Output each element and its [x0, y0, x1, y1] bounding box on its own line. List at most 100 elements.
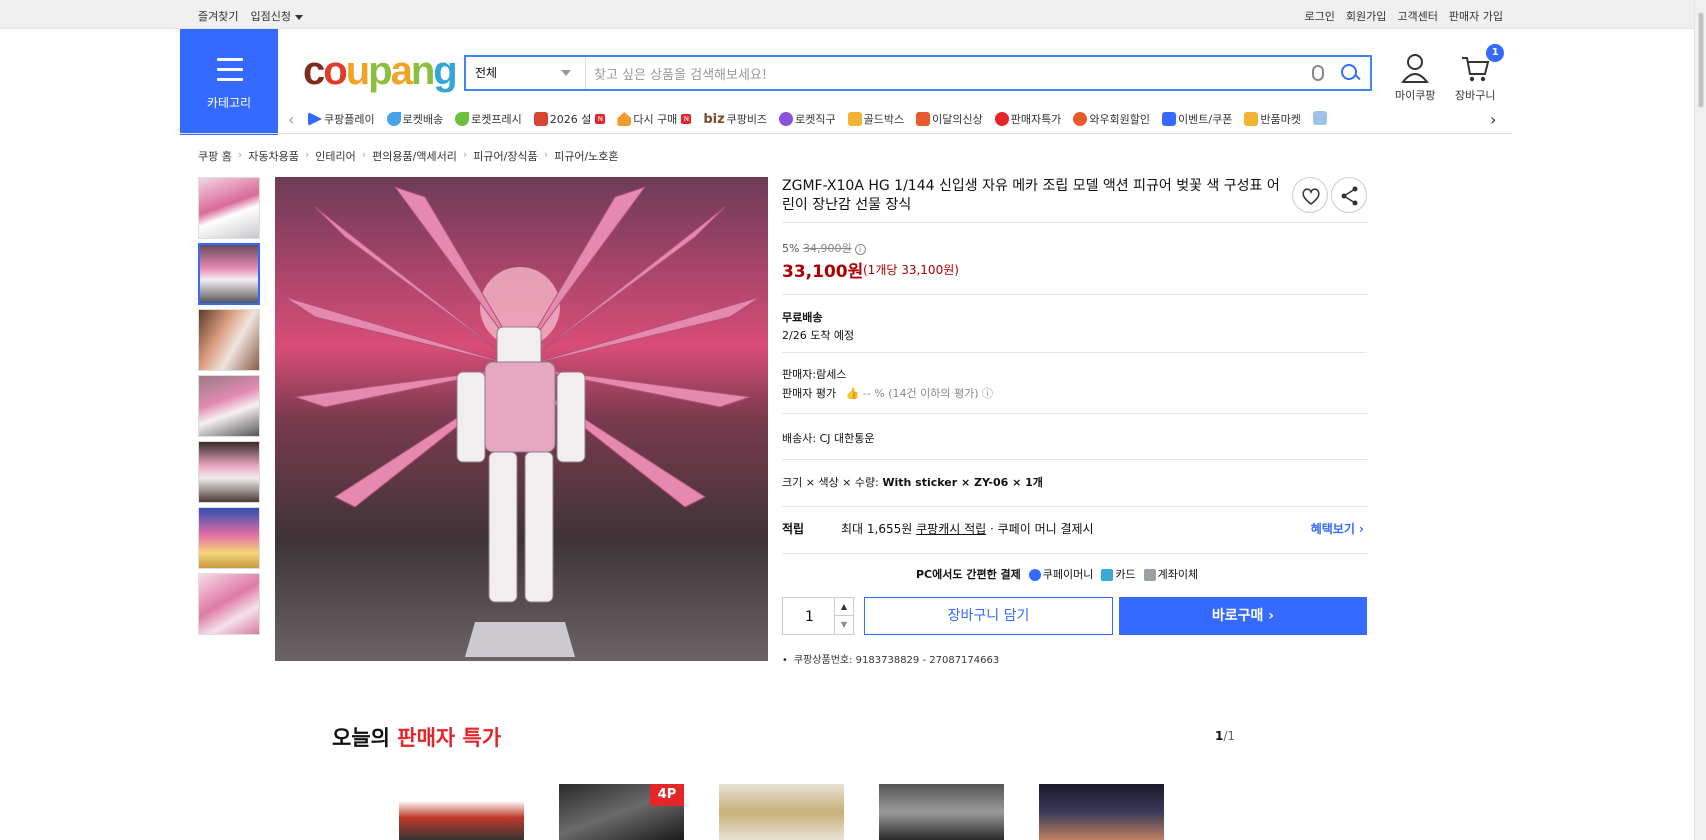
share-icon: [1341, 186, 1358, 206]
coupang-cash-link[interactable]: 쿠팡캐시 적립: [916, 522, 986, 536]
deals-pager: 1/1: [1215, 729, 1236, 743]
deal-card[interactable]: [879, 784, 1004, 840]
signup-link[interactable]: 회원가입: [1346, 8, 1386, 24]
deal-card[interactable]: [1039, 784, 1164, 840]
bookmark-link[interactable]: 즐겨찾기: [198, 8, 238, 24]
nav-label: 이달의신상: [932, 113, 983, 126]
pay-title: PC에서도 간편한 결제: [916, 568, 1021, 581]
new-badge: N: [595, 114, 606, 124]
nav-item-coupang-play[interactable]: 쿠팡플레이: [308, 111, 375, 127]
option-value: With sticker × ZY-06 × 1개: [882, 476, 1043, 489]
vendor-apply-menu[interactable]: 입점신청: [250, 8, 303, 24]
product-info: ZGMF-X10A HG 1/144 신입생 자유 메카 조립 모델 액션 피규…: [782, 177, 1367, 215]
category-nav: ‹ 쿠팡플레이 로켓배송 로켓프레시 2026 설N 다시 구매 N biz 쿠팡비…: [180, 104, 1512, 134]
thumbnail[interactable]: [198, 375, 260, 437]
nav-item-rocket-fresh[interactable]: 로켓프레시: [455, 111, 522, 127]
breadcrumb-item[interactable]: 편의용품/액세서리: [372, 148, 457, 164]
thumbnail[interactable]: [198, 177, 260, 239]
search-category-select[interactable]: 전체: [466, 57, 586, 89]
cart-button[interactable]: 1 장바구니: [1455, 44, 1505, 103]
nav-label: 쿠팡비즈: [726, 113, 768, 126]
nav-item-new-arrivals[interactable]: 이달의신상: [916, 111, 983, 127]
user-icon: [1400, 52, 1430, 84]
option-line[interactable]: 크기 × 색상 × 수량: With sticker × ZY-06 × 1개: [782, 474, 1043, 490]
nav-item-return-market[interactable]: 반품마켓: [1244, 111, 1301, 127]
breadcrumb-item[interactable]: 자동차용품: [248, 148, 299, 164]
scrollbar-thumb[interactable]: [1698, 12, 1704, 108]
breadcrumb-item[interactable]: 인테리어: [315, 148, 355, 164]
bag-icon: [916, 112, 931, 126]
courier-name: CJ 대한통운: [819, 432, 875, 445]
divider: [782, 352, 1367, 353]
nav-item-goldbox[interactable]: 골드박스: [847, 111, 905, 127]
pay-method-coupay: 쿠페이머니: [1028, 566, 1093, 582]
main-product-image[interactable]: [275, 177, 768, 661]
info-icon[interactable]: ⓘ: [982, 387, 993, 400]
accrue-value: 최대 1,655원 쿠팡캐시 적립 · 쿠페이 머니 결제시: [841, 522, 1094, 536]
nav-label: 쿠팡플레이: [324, 113, 375, 126]
thumbs-up-icon: 👍: [845, 387, 860, 400]
quantity-down-icon[interactable]: ▼: [835, 616, 853, 634]
info-icon[interactable]: i: [854, 244, 866, 255]
mycoupang-button[interactable]: 마이쿠팡: [1395, 52, 1435, 103]
seller-rating-label: 판매자 평가: [782, 387, 837, 400]
login-link[interactable]: 로그인: [1305, 8, 1335, 24]
nav-item-2026-seol[interactable]: 2026 설N: [533, 111, 606, 127]
search-input[interactable]: 찾고 싶은 상품을 검색해보세요!: [586, 64, 1312, 83]
nav-next-icon[interactable]: ›: [1490, 110, 1496, 129]
divider: [782, 222, 1367, 223]
discount-rate: 5%: [782, 242, 800, 255]
benefit-link[interactable]: 혜택보기 ›: [1311, 520, 1364, 537]
thumbnail[interactable]: [198, 309, 260, 371]
wishlist-button[interactable]: [1292, 177, 1328, 213]
percent-icon: [994, 112, 1009, 126]
nav-label: 골드박스: [863, 113, 905, 126]
quantity-up-icon[interactable]: ▲: [835, 598, 853, 616]
thumbnail[interactable]: [198, 573, 260, 635]
cart-icon: 1: [1460, 44, 1505, 84]
breadcrumb-item[interactable]: 피규어/장식품: [473, 148, 537, 164]
nav-item-wow-discount[interactable]: 와우회원할인: [1073, 111, 1150, 127]
nav-item-events-coupons[interactable]: 이벤트/쿠폰: [1162, 111, 1232, 127]
microphone-icon[interactable]: [1312, 65, 1324, 81]
hamburger-icon: [217, 58, 243, 88]
quantity-stepper[interactable]: 1 ▲ ▼: [782, 597, 854, 635]
thumbnail[interactable]: [198, 507, 260, 569]
thumbnail[interactable]: [198, 441, 260, 503]
cart-label: 장바구니: [1455, 89, 1496, 102]
sale-price: 33,100원: [782, 262, 864, 282]
wow-icon: [1073, 112, 1088, 126]
nav-prev-icon[interactable]: ‹: [288, 110, 294, 129]
coupang-logo[interactable]: coupang: [303, 48, 458, 94]
deal-card[interactable]: [399, 784, 524, 840]
thumbnail-selected[interactable]: [198, 243, 260, 305]
deal-card[interactable]: [719, 784, 844, 840]
breadcrumb-item[interactable]: 쿠팡 홈: [198, 148, 232, 164]
nav-item-seller-deals[interactable]: 판매자특가: [994, 111, 1061, 127]
nav-item-rocket[interactable]: 로켓배송: [386, 111, 443, 127]
customer-center-link[interactable]: 고객센터: [1397, 8, 1437, 24]
share-button[interactable]: [1331, 177, 1367, 213]
deal-card[interactable]: 4P: [559, 784, 684, 840]
nav-item-rocket-direct[interactable]: 로켓직구: [779, 111, 836, 127]
home-icon: [617, 112, 632, 126]
seller-label: 판매자:: [782, 368, 817, 381]
divider: [782, 506, 1367, 507]
arrival-date: 2/26 도착 예정: [782, 329, 855, 342]
vendor-apply-label: 입점신청: [250, 10, 291, 23]
nav-item-rebuy[interactable]: 다시 구매 N: [617, 111, 692, 127]
page-scrollbar[interactable]: [1694, 0, 1706, 840]
add-to-cart-button[interactable]: 장바구니 담기: [864, 597, 1113, 635]
quantity-value[interactable]: 1: [805, 609, 814, 625]
seller-name[interactable]: 람세스: [816, 368, 846, 381]
divider: [782, 459, 1367, 460]
seller-signup-link[interactable]: 판매자 가입: [1449, 8, 1503, 24]
nav-label: 와우회원할인: [1089, 113, 1151, 126]
breadcrumb-item[interactable]: 피규어/노호혼: [554, 148, 618, 164]
rocket-fresh-icon: [455, 112, 470, 126]
nav-item-coupang-biz[interactable]: biz 쿠팡비즈: [703, 111, 767, 127]
buy-now-button[interactable]: 바로구매 ›: [1119, 597, 1367, 635]
rocket-icon: [386, 112, 401, 126]
thumbnail-list: [198, 177, 260, 639]
search-icon[interactable]: [1340, 63, 1360, 83]
